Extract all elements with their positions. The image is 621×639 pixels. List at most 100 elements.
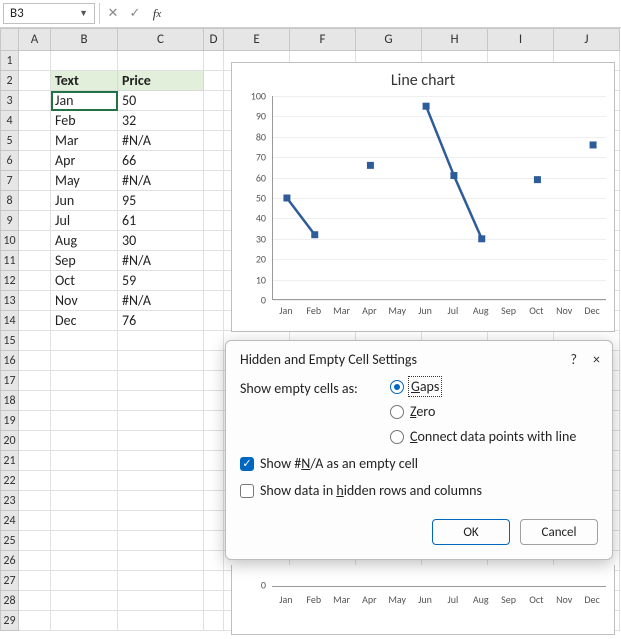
cell[interactable]: Mar [51, 131, 118, 151]
cell[interactable] [51, 371, 118, 391]
cell[interactable] [19, 111, 51, 131]
cell[interactable]: Price [118, 71, 204, 91]
row-header[interactable]: 25 [1, 531, 19, 551]
chart-card-bottom-fragment[interactable]: 0JanFebMarAprMayJunJulAugSepOctNovDec [231, 565, 615, 635]
row-header[interactable]: 4 [1, 111, 19, 131]
cell[interactable] [51, 551, 118, 571]
cell[interactable]: 50 [118, 91, 204, 111]
cell[interactable] [19, 211, 51, 231]
cell[interactable] [19, 431, 51, 451]
cell[interactable]: Aug [51, 231, 118, 251]
cell[interactable] [204, 571, 224, 591]
cell[interactable] [19, 571, 51, 591]
select-all-corner[interactable] [1, 29, 19, 51]
fx-icon[interactable]: fx [146, 0, 168, 27]
cell[interactable] [204, 191, 224, 211]
row-header[interactable]: 18 [1, 391, 19, 411]
cell[interactable] [19, 391, 51, 411]
cell[interactable] [19, 471, 51, 491]
row-header[interactable]: 3 [1, 91, 19, 111]
cell[interactable] [51, 391, 118, 411]
cell[interactable] [204, 591, 224, 611]
cell[interactable] [118, 451, 204, 471]
cell[interactable] [204, 251, 224, 271]
cell[interactable] [51, 591, 118, 611]
row-header[interactable]: 28 [1, 591, 19, 611]
row-header[interactable]: 5 [1, 131, 19, 151]
row-header[interactable]: 23 [1, 491, 19, 511]
cell[interactable] [118, 491, 204, 511]
row-header[interactable]: 12 [1, 271, 19, 291]
cell[interactable]: #N/A [118, 291, 204, 311]
cancel-edit-icon[interactable]: ✕ [102, 0, 124, 27]
cell[interactable] [19, 311, 51, 331]
close-icon[interactable]: × [593, 351, 600, 368]
cell[interactable] [204, 391, 224, 411]
row-header[interactable]: 2 [1, 71, 19, 91]
cell[interactable] [118, 391, 204, 411]
row-header[interactable]: 6 [1, 151, 19, 171]
cell[interactable] [19, 451, 51, 471]
row-header[interactable]: 20 [1, 431, 19, 451]
cell[interactable] [19, 271, 51, 291]
cell[interactable] [19, 91, 51, 111]
cell[interactable] [19, 191, 51, 211]
cell[interactable] [204, 51, 224, 71]
cell[interactable] [118, 331, 204, 351]
cell[interactable] [204, 511, 224, 531]
cell[interactable]: Apr [51, 151, 118, 171]
row-header[interactable]: 16 [1, 351, 19, 371]
cell[interactable] [204, 311, 224, 331]
cell[interactable] [118, 511, 204, 531]
radio-zero[interactable]: Zero [390, 403, 576, 420]
cell[interactable] [204, 371, 224, 391]
cell[interactable] [51, 491, 118, 511]
cell[interactable]: #N/A [118, 251, 204, 271]
cell[interactable] [204, 411, 224, 431]
cell[interactable]: 30 [118, 231, 204, 251]
cell[interactable] [51, 431, 118, 451]
column-header[interactable]: J [554, 29, 620, 51]
row-header[interactable]: 19 [1, 411, 19, 431]
cell[interactable] [204, 131, 224, 151]
cell[interactable]: Dec [51, 311, 118, 331]
cell[interactable] [204, 451, 224, 471]
cell[interactable]: Jun [51, 191, 118, 211]
cell[interactable] [204, 611, 224, 631]
cell[interactable]: Jul [51, 211, 118, 231]
cell[interactable]: Jan [51, 91, 118, 111]
cell[interactable]: May [51, 171, 118, 191]
cell[interactable] [118, 531, 204, 551]
cell[interactable] [19, 591, 51, 611]
cell[interactable] [19, 551, 51, 571]
cell[interactable]: Nov [51, 291, 118, 311]
cell[interactable] [204, 551, 224, 571]
cell[interactable] [19, 231, 51, 251]
row-header[interactable]: 8 [1, 191, 19, 211]
column-header[interactable]: E [224, 29, 290, 51]
cell[interactable]: Text [51, 71, 118, 91]
cell[interactable] [19, 511, 51, 531]
row-header[interactable]: 10 [1, 231, 19, 251]
cell[interactable] [19, 331, 51, 351]
cell[interactable] [204, 271, 224, 291]
cell[interactable] [118, 551, 204, 571]
help-icon[interactable]: ? [571, 351, 578, 368]
row-header[interactable]: 24 [1, 511, 19, 531]
cell[interactable] [51, 611, 118, 631]
cell[interactable] [204, 331, 224, 351]
column-header[interactable]: G [356, 29, 422, 51]
cell[interactable] [204, 291, 224, 311]
cell[interactable] [19, 171, 51, 191]
cell[interactable] [204, 91, 224, 111]
cell[interactable] [118, 411, 204, 431]
cell[interactable] [19, 351, 51, 371]
cell[interactable] [19, 131, 51, 151]
confirm-edit-icon[interactable]: ✓ [124, 0, 146, 27]
cell[interactable] [118, 611, 204, 631]
cell[interactable] [19, 51, 51, 71]
column-header[interactable]: B [51, 29, 118, 51]
cell[interactable]: 66 [118, 151, 204, 171]
column-header[interactable]: H [422, 29, 488, 51]
cell[interactable]: 59 [118, 271, 204, 291]
